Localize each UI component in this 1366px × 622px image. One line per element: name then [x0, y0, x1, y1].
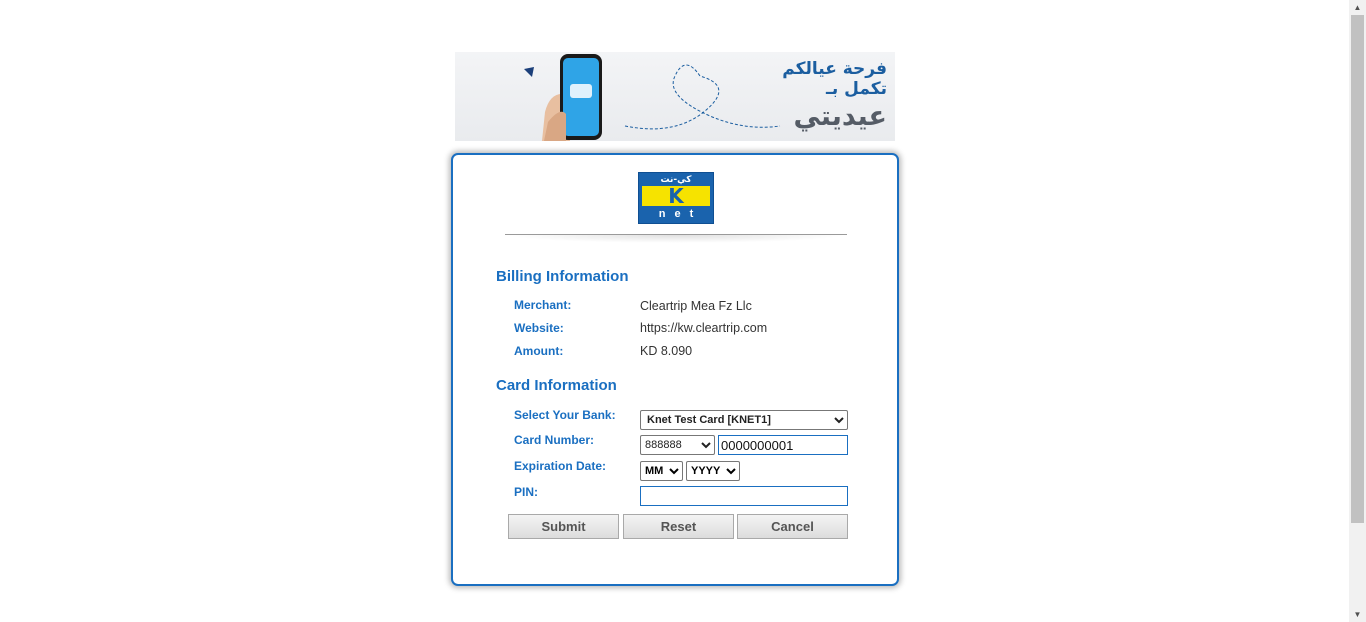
page: فرحة عيالكم تكمل بـ عيديتي كي-نت K net B…: [0, 0, 1366, 622]
website-value: https://kw.cleartrip.com: [640, 321, 768, 335]
pin-input[interactable]: [640, 486, 848, 506]
banner-line-3: عيديتي: [793, 101, 887, 133]
merchant-label: Merchant:: [514, 298, 572, 312]
bank-logo-icon: [524, 67, 534, 77]
card-section-title: Card Information: [496, 377, 617, 394]
reset-button[interactable]: Reset: [623, 514, 734, 539]
promo-banner[interactable]: فرحة عيالكم تكمل بـ عيديتي: [455, 52, 895, 141]
website-label: Website:: [514, 321, 564, 335]
banner-text: فرحة عيالكم تكمل بـ عيديتي: [782, 59, 887, 133]
amount-label: Amount:: [514, 344, 564, 358]
logo-arabic-mark: كي-نت: [660, 175, 692, 185]
scroll-thumb[interactable]: [1351, 15, 1364, 523]
bank-label: Select Your Bank:: [514, 408, 616, 422]
pin-label: PIN:: [514, 485, 538, 499]
scroll-down-arrow-icon[interactable]: ▼: [1349, 607, 1366, 622]
phone-illustration: [542, 54, 602, 141]
card-prefix-select[interactable]: 888888: [640, 435, 715, 455]
amount-value: KD 8.090: [640, 344, 693, 358]
scroll-up-arrow-icon[interactable]: ▲: [1349, 0, 1366, 15]
billing-section-title: Billing Information: [496, 268, 629, 285]
banner-line-1: فرحة عيالكم: [782, 59, 887, 79]
logo-word: net: [658, 208, 703, 220]
bank-select[interactable]: Knet Test Card [KNET1]: [640, 410, 848, 430]
cancel-button[interactable]: Cancel: [737, 514, 848, 539]
banner-line-2: تكمل بـ: [826, 78, 887, 99]
submit-button[interactable]: Submit: [508, 514, 619, 539]
expiration-label: Expiration Date:: [514, 459, 607, 473]
expiry-year-select[interactable]: YYYY: [686, 461, 740, 481]
expiry-month-select[interactable]: MM: [640, 461, 683, 481]
vertical-scrollbar[interactable]: ▲ ▼: [1349, 0, 1366, 622]
card-number-input[interactable]: [718, 435, 848, 455]
payment-panel: كي-نت K net Billing Information Merchant…: [451, 153, 899, 586]
merchant-value: Cleartrip Mea Fz Llc: [640, 299, 752, 313]
logo-letter: K: [642, 186, 710, 206]
card-number-label: Card Number:: [514, 433, 595, 447]
knet-logo-icon: كي-نت K net: [638, 172, 714, 224]
dotted-heart-icon: [624, 64, 781, 130]
header-divider: [505, 234, 847, 243]
